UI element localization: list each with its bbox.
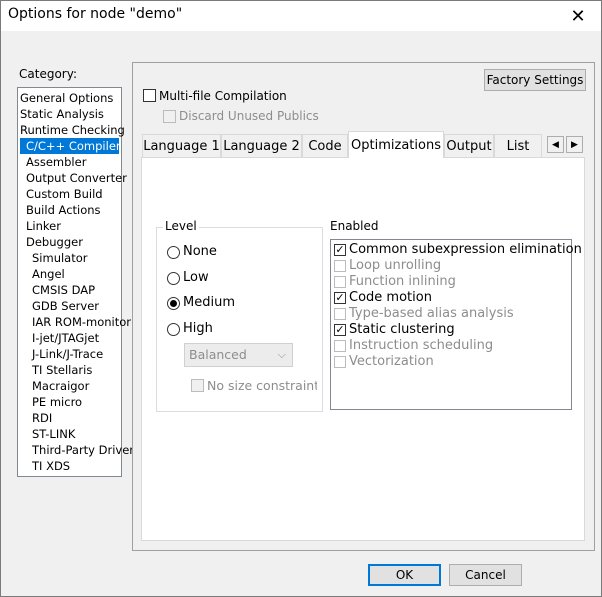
- opt-label: Instruction scheduling: [349, 338, 494, 353]
- opt-checkbox[interactable]: [334, 356, 346, 368]
- category-item-runtime-checking[interactable]: Runtime Checking: [20, 122, 129, 138]
- category-item-static-analysis[interactable]: Static Analysis: [20, 106, 108, 122]
- category-item-i-jet-jtagjet[interactable]: I-jet/JTAGjet: [32, 330, 103, 346]
- ok-button[interactable]: OK: [368, 564, 441, 586]
- arrow-right-icon: ▶: [571, 139, 578, 150]
- options-dialog: Options for node "demo" ✕ Category: Gene…: [0, 0, 602, 597]
- high-mode-value: Balanced: [189, 347, 247, 362]
- category-item-macraigor[interactable]: Macraigor: [32, 378, 93, 394]
- chevron-down-icon: ⌵: [277, 348, 286, 361]
- tab-scroll-left-button[interactable]: ◀: [547, 136, 564, 153]
- category-item-third-party-driver[interactable]: Third-Party Driver: [32, 442, 138, 458]
- tab-list[interactable]: List: [494, 134, 542, 157]
- title-bar: Options for node "demo" ✕: [1, 1, 601, 31]
- factory-settings-button[interactable]: Factory Settings: [484, 69, 586, 91]
- category-item-assembler[interactable]: Assembler: [26, 154, 90, 170]
- opt-checkbox-checked[interactable]: ✓: [334, 292, 346, 304]
- category-item-output-converter[interactable]: Output Converter: [26, 170, 131, 186]
- no-size-constraints-label: No size constraints: [207, 378, 317, 393]
- category-item-st-link[interactable]: ST-LINK: [32, 426, 79, 442]
- level-none-radio[interactable]: [167, 246, 180, 259]
- category-item-angel[interactable]: Angel: [32, 266, 69, 282]
- close-icon: ✕: [570, 5, 586, 27]
- tab-output[interactable]: Output: [444, 134, 494, 157]
- opt-label: Vectorization: [349, 354, 434, 369]
- tab-optimizations[interactable]: Optimizations: [348, 131, 444, 158]
- multi-file-compilation-label: Multi-file Compilation: [159, 89, 287, 103]
- tab-code[interactable]: Code: [302, 134, 348, 157]
- multi-file-compilation-checkbox[interactable]: [143, 89, 156, 102]
- category-item-j-link-j-trace[interactable]: J-Link/J-Trace: [32, 346, 107, 362]
- no-size-constraints-checkbox[interactable]: [191, 379, 204, 392]
- discard-unused-publics-label: Discard Unused Publics: [179, 109, 319, 123]
- opt-label: Code motion: [349, 290, 432, 305]
- level-high-radio[interactable]: [167, 323, 180, 336]
- level-low-label: Low: [183, 270, 209, 285]
- close-button[interactable]: ✕: [555, 1, 601, 31]
- opt-checkbox[interactable]: [334, 308, 346, 320]
- level-high-label: High: [183, 321, 213, 336]
- level-low-radio[interactable]: [167, 272, 180, 285]
- level-title: Level: [163, 219, 199, 233]
- category-item-general-options[interactable]: General Options: [20, 90, 117, 106]
- dialog-title: Options for node "demo": [8, 6, 183, 22]
- category-item-rdi[interactable]: RDI: [32, 410, 56, 426]
- opt-label: Common subexpression elimination: [349, 242, 582, 257]
- category-item-build-actions[interactable]: Build Actions: [26, 202, 105, 218]
- enabled-optimizations-list[interactable]: ✓ Common subexpression elimination Loop …: [330, 239, 582, 410]
- opt-checkbox[interactable]: [334, 340, 346, 352]
- opt-checkbox-checked[interactable]: ✓: [334, 244, 346, 256]
- category-item-ti-xds[interactable]: TI XDS: [32, 458, 74, 474]
- opt-label: Function inlining: [349, 274, 456, 289]
- high-mode-select[interactable]: Balanced ⌵: [184, 343, 293, 367]
- category-item-c-cpp-compiler[interactable]: C/C++ Compiler: [20, 138, 121, 154]
- category-item-ti-stellaris[interactable]: TI Stellaris: [32, 362, 96, 378]
- category-label: Category:: [19, 67, 77, 81]
- opt-checkbox-checked[interactable]: ✓: [334, 324, 346, 336]
- opt-checkbox[interactable]: [334, 260, 346, 272]
- category-item-iar-rom-monitor[interactable]: IAR ROM-monitor: [32, 314, 135, 330]
- enabled-title: Enabled: [328, 219, 381, 233]
- category-item-cmsis-dap[interactable]: CMSIS DAP: [32, 282, 99, 298]
- tab-language-2[interactable]: Language 2: [221, 134, 302, 157]
- level-medium-radio[interactable]: [167, 297, 180, 310]
- category-item-gdb-server[interactable]: GDB Server: [32, 298, 103, 314]
- category-item-pe-micro[interactable]: PE micro: [32, 394, 86, 410]
- category-item-linker[interactable]: Linker: [26, 218, 65, 234]
- discard-unused-publics-checkbox[interactable]: [163, 110, 176, 123]
- category-item-custom-build[interactable]: Custom Build: [26, 186, 107, 202]
- category-list[interactable]: General Options Static Analysis Runtime …: [17, 87, 134, 477]
- opt-label: Static clustering: [349, 322, 455, 337]
- category-item-debugger[interactable]: Debugger: [26, 234, 87, 250]
- category-item-simulator[interactable]: Simulator: [32, 250, 92, 266]
- opt-label: Type-based alias analysis: [349, 306, 514, 321]
- opt-checkbox[interactable]: [334, 276, 346, 288]
- radio-selected-dot: [170, 300, 177, 307]
- level-none-label: None: [183, 244, 217, 259]
- level-medium-label: Medium: [183, 295, 235, 310]
- cancel-button[interactable]: Cancel: [449, 564, 522, 586]
- arrow-left-icon: ◀: [552, 139, 559, 150]
- tab-language-1[interactable]: Language 1: [142, 134, 221, 157]
- opt-label: Loop unrolling: [349, 258, 442, 273]
- tab-scroll-right-button[interactable]: ▶: [566, 136, 583, 153]
